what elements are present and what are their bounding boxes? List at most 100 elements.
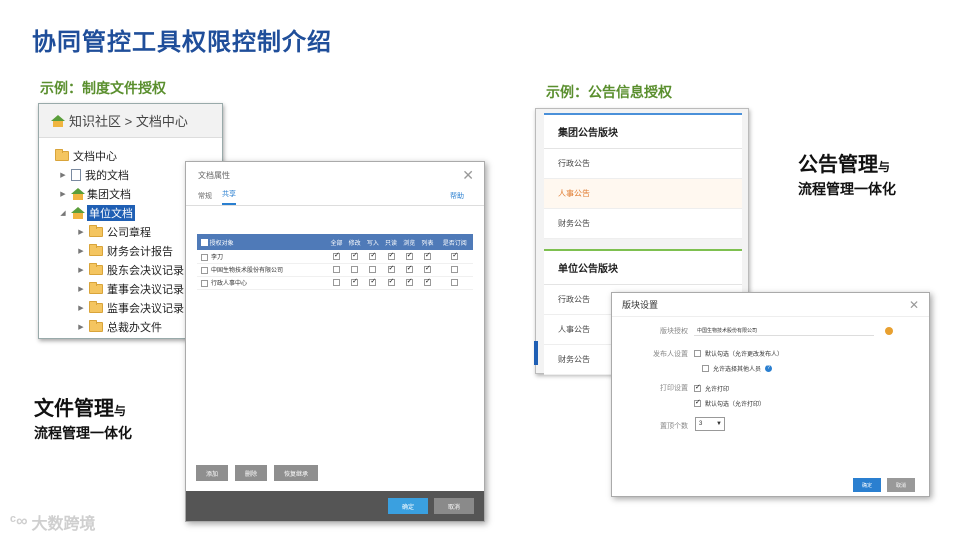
close-icon[interactable]: ✕ — [462, 167, 474, 184]
permission-cell — [436, 276, 473, 290]
permission-checkbox[interactable] — [332, 251, 340, 260]
permission-checkbox[interactable] — [423, 277, 431, 286]
column-header: 列表 — [418, 234, 437, 250]
column-header: 只读 — [381, 234, 401, 250]
permission-checkbox[interactable] — [423, 264, 431, 273]
admin-label: 版块授权 — [660, 328, 688, 335]
admin-row: 中国生物技术股份有限公司 — [694, 325, 874, 336]
expand-arrow-icon[interactable]: ▶ — [77, 266, 85, 274]
print-option-1: 允许打印 — [694, 383, 729, 393]
delete-button[interactable]: 删除 — [235, 465, 268, 481]
expand-arrow-icon[interactable]: ▶ — [59, 171, 67, 179]
notice-item-finance[interactable]: 财务公告 — [544, 209, 742, 239]
close-icon[interactable]: ✕ — [909, 298, 919, 312]
permission-checkbox[interactable] — [405, 251, 413, 260]
permission-cell — [436, 263, 473, 277]
permission-cell — [418, 276, 437, 290]
column-header: 授权对象 — [197, 234, 328, 250]
admin-field[interactable]: 中国生物技术股份有限公司 — [694, 325, 874, 336]
column-header: 是否订阅 — [436, 234, 473, 250]
breadcrumb: 知识社区 > 文档中心 — [39, 104, 222, 138]
default-editable-checkbox[interactable] — [694, 350, 701, 357]
expand-arrow-icon[interactable]: ▶ — [77, 304, 85, 312]
select-all-checkbox[interactable] — [201, 239, 208, 247]
column-header: 写入 — [363, 234, 382, 250]
row-select-checkbox[interactable] — [201, 253, 208, 261]
expand-arrow-icon[interactable]: ▶ — [59, 190, 67, 198]
add-button[interactable]: 添加 — [196, 465, 229, 481]
permission-checkbox[interactable] — [405, 264, 413, 273]
restore-inherit-button[interactable]: 恢复继承 — [274, 465, 319, 481]
notice-item-admin[interactable]: 行政公告 — [544, 149, 742, 179]
permission-checkbox[interactable] — [405, 277, 413, 286]
group-notice-card: 集团公告版块 行政公告 人事公告 财务公告 — [544, 113, 742, 239]
row-select-checkbox[interactable] — [201, 266, 208, 274]
dialog-title: 版块设置 — [622, 300, 659, 310]
grantee-cell: 李刀 — [197, 250, 328, 264]
topcount-select[interactable]: 3 ▼ — [695, 417, 725, 431]
permission-cell — [345, 263, 364, 277]
grantee-cell: 行政人事中心 — [197, 276, 328, 290]
expand-arrow-icon[interactable]: ▶ — [77, 323, 85, 331]
permission-checkbox[interactable] — [387, 251, 395, 260]
dialog-footer: 确定 取消 — [186, 491, 484, 521]
help-link[interactable]: 帮助 — [450, 191, 464, 201]
expand-arrow-icon[interactable]: ▶ — [77, 228, 85, 236]
grantee-name: 中国生物技术股份有限公司 — [211, 268, 284, 274]
allow-print-checkbox[interactable] — [694, 383, 701, 392]
permission-cell — [345, 250, 364, 264]
permission-cell — [381, 263, 401, 277]
permission-cell — [363, 250, 382, 264]
expand-arrow-icon[interactable]: ▶ — [77, 247, 85, 255]
ok-button[interactable]: 确定 — [853, 478, 881, 492]
permission-checkbox[interactable] — [351, 265, 359, 273]
dialog-footer: 确定 取消 — [612, 474, 929, 496]
help-icon[interactable]: ? — [765, 365, 773, 372]
collapse-arrow-icon[interactable]: ◢ — [59, 209, 67, 217]
summary-right-subtitle: 流程管理一体化 — [798, 181, 896, 197]
permission-checkbox[interactable] — [369, 277, 377, 286]
grantee-name: 行政人事中心 — [211, 281, 248, 287]
folder-icon — [89, 319, 103, 332]
permission-checkbox[interactable] — [332, 265, 340, 273]
notice-item-hr[interactable]: 人事公告 — [544, 179, 742, 209]
document-properties-dialog: 文档属性 ✕ 常规 共享 帮助 授权对象 全部 修改 写入 只读 浏览 列表 是… — [185, 161, 485, 522]
permission-checkbox[interactable] — [351, 251, 359, 260]
permission-checkbox[interactable] — [387, 264, 395, 273]
document-icon — [71, 168, 81, 181]
permission-checkbox[interactable] — [332, 278, 340, 286]
permission-cell — [418, 250, 437, 264]
expand-arrow-icon[interactable]: ▶ — [77, 285, 85, 293]
column-header: 全部 — [327, 234, 346, 250]
cancel-button[interactable]: 取消 — [887, 478, 915, 492]
watermark-text: 大数跨境 — [31, 516, 96, 533]
permission-cell — [381, 276, 401, 290]
permission-checkbox[interactable] — [351, 277, 359, 286]
tab-general[interactable]: 常规 — [198, 191, 212, 205]
print-option-2: 默认勾选（允许打印） — [694, 398, 765, 408]
permission-checkbox[interactable] — [369, 265, 377, 273]
summary-right-title: 公告管理 — [798, 154, 878, 176]
summary-left-subtitle: 流程管理一体化 — [34, 425, 132, 441]
permission-checkbox[interactable] — [451, 278, 459, 286]
cancel-button[interactable]: 取消 — [434, 498, 474, 514]
folder-icon — [55, 148, 69, 161]
user-picker-icon[interactable] — [885, 327, 893, 335]
permission-cell — [381, 250, 401, 264]
permission-checkbox[interactable] — [451, 265, 459, 273]
dialog-titlebar: 文档属性 ✕ — [186, 162, 484, 188]
breadcrumb-text[interactable]: 知识社区 > 文档中心 — [69, 111, 188, 130]
grantee-cell: 中国生物技术股份有限公司 — [197, 263, 328, 277]
row-select-checkbox[interactable] — [201, 279, 208, 287]
permission-checkbox[interactable] — [387, 277, 395, 286]
home-icon[interactable] — [51, 114, 65, 127]
ok-button[interactable]: 确定 — [388, 498, 428, 514]
permission-cell — [327, 263, 346, 277]
page-title: 协同管控工具权限控制介绍 — [32, 29, 332, 56]
tab-share[interactable]: 共享 — [222, 189, 236, 205]
permission-checkbox[interactable] — [451, 251, 459, 260]
permission-checkbox[interactable] — [423, 251, 431, 260]
default-print-checkbox[interactable] — [694, 398, 701, 407]
allow-select-checkbox[interactable] — [702, 365, 709, 372]
permission-checkbox[interactable] — [369, 251, 377, 260]
